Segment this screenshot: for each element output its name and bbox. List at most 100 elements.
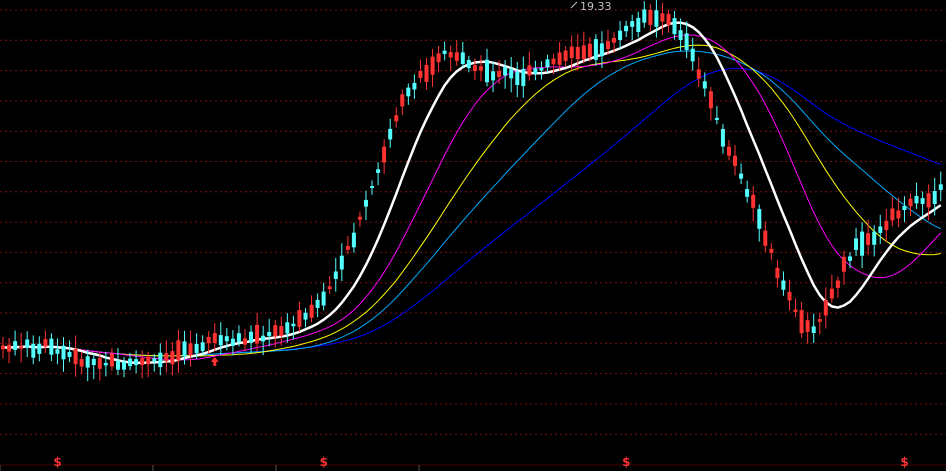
candle-body xyxy=(55,349,60,354)
candle-body xyxy=(442,50,447,54)
candle-body xyxy=(25,339,30,348)
candle-body xyxy=(13,341,18,350)
candle-body xyxy=(188,343,193,356)
candle-body xyxy=(497,71,502,77)
dollar-marker: $ xyxy=(900,455,908,469)
candle-body xyxy=(128,358,133,367)
candle-body xyxy=(164,353,169,362)
candle-body xyxy=(757,209,762,229)
candle-body xyxy=(854,238,858,250)
candle-body xyxy=(612,37,616,43)
candle-body xyxy=(872,231,877,245)
candle-body xyxy=(636,17,641,32)
candle-body xyxy=(593,39,598,60)
candle-body xyxy=(7,344,12,352)
candle-body xyxy=(751,194,756,208)
candle-body xyxy=(73,348,78,365)
candle-body xyxy=(315,299,320,308)
candle-body xyxy=(708,91,713,109)
candle-body xyxy=(333,271,338,279)
candle-body xyxy=(394,115,399,122)
candle-body xyxy=(793,309,798,312)
candle-body xyxy=(866,233,871,245)
candle-body xyxy=(382,146,387,163)
candle-body xyxy=(206,336,211,344)
candle-body xyxy=(587,43,592,58)
candle-body xyxy=(890,208,895,221)
candle-body xyxy=(418,71,423,78)
candle-body xyxy=(400,94,405,107)
candle-body xyxy=(642,9,647,23)
candle-body xyxy=(454,52,459,61)
candle-body xyxy=(684,33,689,50)
candle-body xyxy=(146,356,151,365)
candle-body xyxy=(829,288,834,299)
candle-body xyxy=(31,343,36,358)
candle-body xyxy=(478,66,483,71)
candle-body xyxy=(267,332,272,337)
candle-body xyxy=(194,343,199,354)
candle-body xyxy=(158,352,163,368)
candle-body xyxy=(775,267,780,279)
candle-body xyxy=(327,286,332,290)
candle-body xyxy=(660,13,665,22)
candle-body xyxy=(212,333,217,343)
candle-body xyxy=(279,326,284,336)
candle-body xyxy=(811,326,816,333)
candle-body xyxy=(236,333,241,343)
candle-body xyxy=(43,339,48,347)
candle-body xyxy=(309,304,314,318)
candle-body xyxy=(91,358,96,365)
candle-body xyxy=(648,9,653,25)
candle-body xyxy=(563,50,568,61)
candle-body xyxy=(370,186,375,188)
candle-body xyxy=(781,280,786,290)
candle-body xyxy=(727,146,731,156)
candle-body xyxy=(581,45,586,60)
candle-body xyxy=(116,360,120,370)
candle-body xyxy=(823,300,828,316)
candle-body xyxy=(606,41,610,50)
candle-body xyxy=(472,65,477,72)
candle-body xyxy=(720,129,725,147)
candle-body xyxy=(841,256,846,272)
candle-body xyxy=(733,155,737,166)
candle-body xyxy=(297,310,302,327)
candle-body xyxy=(79,359,84,367)
candle-body xyxy=(430,56,435,75)
candle-body xyxy=(406,87,411,97)
candle-body xyxy=(630,21,635,27)
candle-body xyxy=(908,198,913,207)
candle-body xyxy=(769,248,774,253)
candle-body xyxy=(690,48,695,62)
candle-body xyxy=(551,58,556,65)
candle-body xyxy=(914,196,919,204)
candle-body xyxy=(835,280,840,288)
candle-body xyxy=(339,255,344,270)
candle-body xyxy=(527,65,532,76)
candle-body xyxy=(424,64,429,82)
candle-body xyxy=(902,206,907,210)
candle-body xyxy=(654,10,659,27)
candle-body xyxy=(230,338,235,346)
candle-body xyxy=(261,335,266,342)
candle-body xyxy=(799,310,804,334)
candle-body xyxy=(109,353,114,367)
candle-body xyxy=(745,189,750,197)
candle-body xyxy=(618,30,623,40)
candle-body xyxy=(255,324,260,344)
candle-body xyxy=(521,68,526,87)
chart-canvas: $ $ $ $ 19.33 xyxy=(0,0,946,471)
candle-body xyxy=(696,69,701,79)
candle-body xyxy=(678,30,683,40)
candle-body xyxy=(860,231,865,256)
candle-body xyxy=(170,351,175,365)
candle-body xyxy=(817,319,822,322)
candle-body xyxy=(545,59,550,68)
candle-body xyxy=(938,184,943,190)
candle-body xyxy=(19,346,24,349)
candle-body xyxy=(176,340,181,361)
candlestick-chart: $ $ $ $ 19.33 xyxy=(0,0,946,471)
candle-body xyxy=(224,336,229,342)
candle-body xyxy=(61,345,66,360)
